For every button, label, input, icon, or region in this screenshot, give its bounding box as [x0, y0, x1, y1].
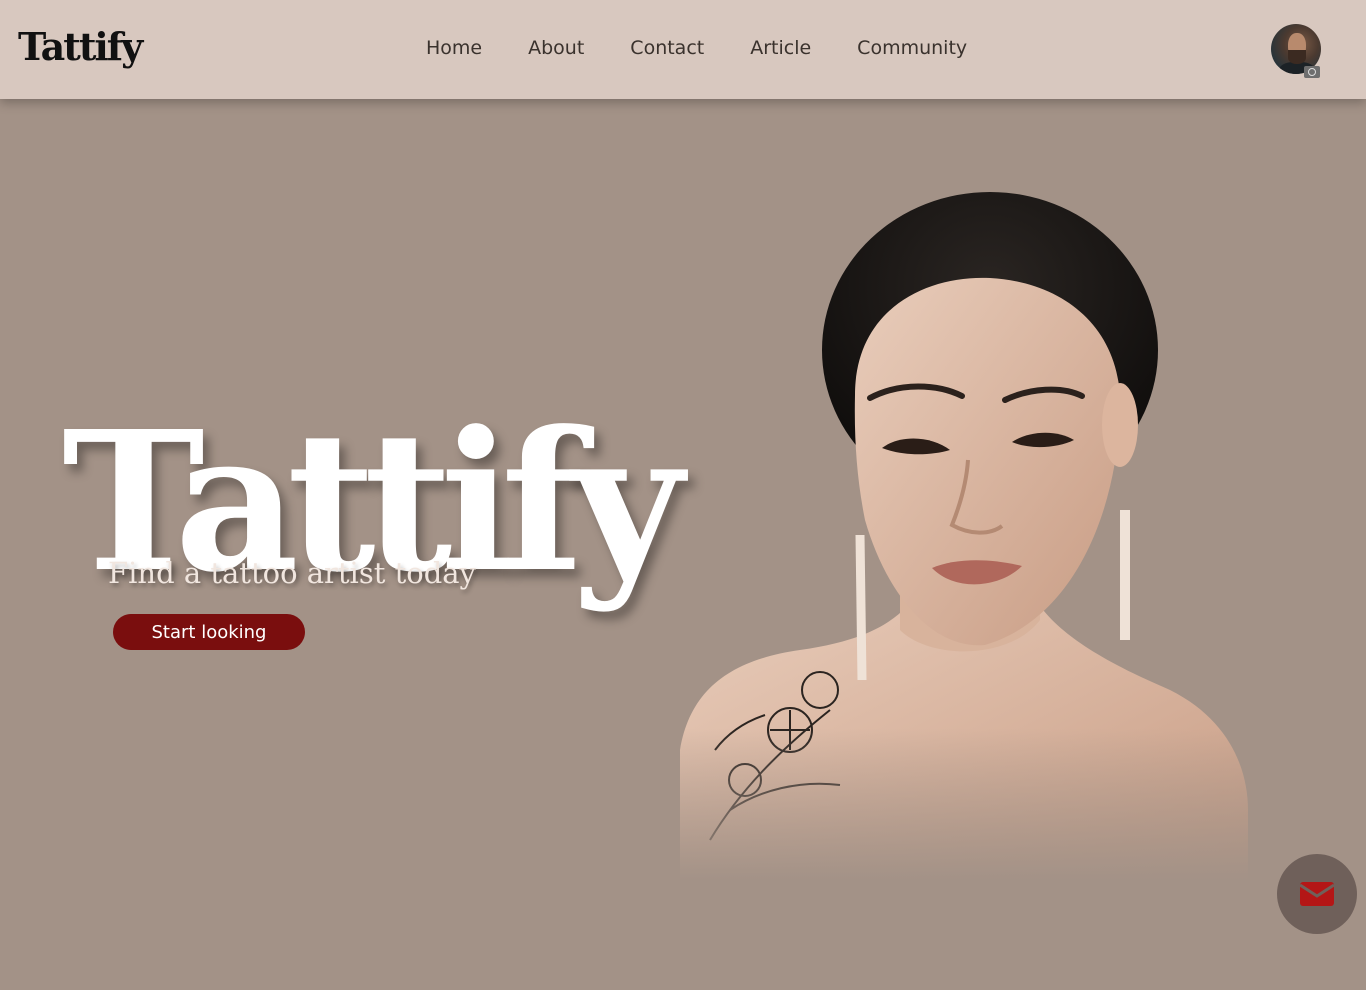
camera-icon[interactable] — [1304, 66, 1320, 78]
top-navbar: Tattify Home About Contact Article Commu… — [0, 0, 1366, 99]
nav-home[interactable]: Home — [426, 37, 482, 59]
nav-article[interactable]: Article — [750, 37, 811, 59]
nav-about[interactable]: About — [528, 37, 584, 59]
brand-logo[interactable]: Tattify — [18, 24, 143, 69]
nav-community[interactable]: Community — [857, 37, 967, 59]
hero-subtitle: Find a tattoo artist today — [108, 556, 476, 590]
nav-contact[interactable]: Contact — [630, 37, 704, 59]
hero-portrait-image — [670, 190, 1250, 880]
start-looking-button[interactable]: Start looking — [113, 614, 305, 650]
user-avatar[interactable] — [1271, 24, 1321, 78]
contact-fab[interactable] — [1277, 854, 1357, 934]
envelope-icon — [1300, 882, 1334, 906]
main-nav: Home About Contact Article Community — [426, 37, 1013, 59]
